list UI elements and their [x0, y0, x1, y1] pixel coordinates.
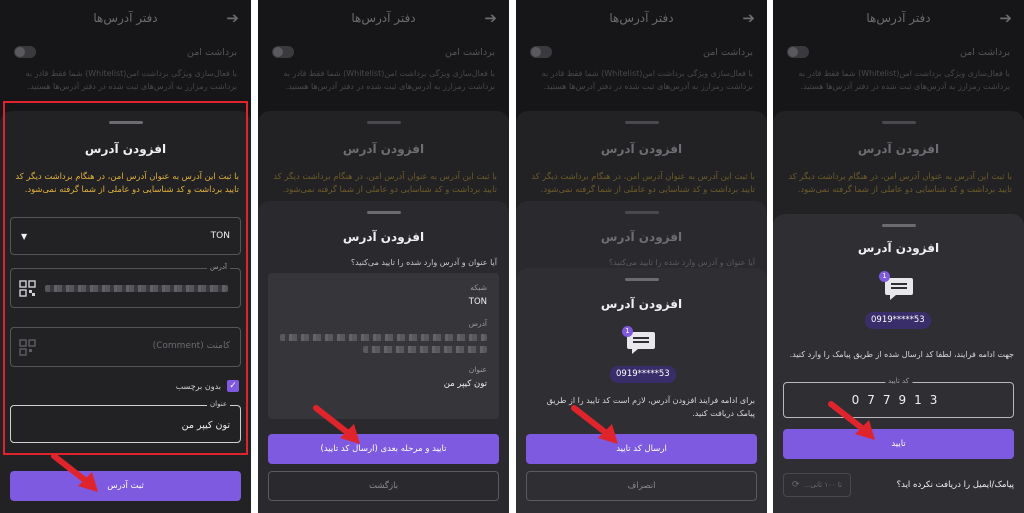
- safe-withdraw-description: با فعال‌سازی ویژگی برداشت امن(Whitelist)…: [541, 69, 753, 91]
- page-title: دفتر آدرس‌ها: [866, 11, 931, 25]
- title-key: عنوان: [468, 365, 487, 374]
- safe-withdraw-label: برداشت امن: [444, 46, 495, 58]
- sheet-handle: [366, 121, 401, 124]
- safe-withdraw-label: برداشت امن: [702, 46, 753, 58]
- red-arrow-icon: [571, 405, 618, 444]
- confirm-question: آیا عنوان و آدرس وارد شده را تایید می‌کن…: [350, 258, 497, 267]
- resend-button[interactable]: تا ۱۰۰ ثانی... ⟳: [783, 473, 851, 497]
- safe-withdraw-toggle[interactable]: [787, 46, 809, 58]
- safe-withdraw-section: برداشت امن با فعال‌سازی ویژگی برداشت امن…: [272, 46, 495, 93]
- comment-placeholder: کامنت (Comment): [152, 341, 230, 351]
- sheet-handle[interactable]: [624, 278, 659, 281]
- screen-send-code: دفتر آدرس‌ها ➔ برداشت امن با فعال‌سازی و…: [516, 0, 767, 513]
- title-value: تون کیپر من: [443, 379, 487, 389]
- safe-withdraw-section: برداشت امن با فعال‌سازی ویژگی برداشت امن…: [14, 46, 237, 93]
- warning-text: با ثبت این آدرس به عنوان آدرس امن، در هن…: [788, 171, 1012, 194]
- address-label: آدرس: [207, 263, 230, 271]
- qr-scan-icon[interactable]: [19, 280, 36, 297]
- title-value: تون کیپر من: [181, 420, 230, 431]
- network-value: TON: [468, 297, 487, 307]
- safe-withdraw-section: برداشت امن با فعال‌سازی ویژگی برداشت امن…: [787, 46, 1010, 93]
- header: دفتر آدرس‌ها ➔: [258, 0, 509, 36]
- refresh-icon: ⟳: [792, 480, 800, 490]
- submit-address-button[interactable]: ثبت آدرس: [10, 471, 241, 501]
- sheet-handle: [881, 121, 916, 124]
- red-arrow-icon: [51, 453, 98, 492]
- confirm-question: آیا عنوان و آدرس وارد شده را تایید می‌کن…: [608, 258, 755, 267]
- notification-badge: 1: [622, 326, 633, 337]
- no-tag-checkbox[interactable]: ✓ بدون برچسب: [176, 380, 239, 392]
- title-label: عنوان: [207, 400, 230, 408]
- network-key: شبکه: [470, 283, 487, 292]
- sheet-title: افزودن آدرس: [600, 297, 683, 311]
- back-button[interactable]: بازگشت: [268, 471, 499, 501]
- confirm-sheet: افزودن آدرس آیا عنوان و آدرس وارد شده را…: [258, 201, 509, 513]
- arrow-right-icon[interactable]: ➔: [226, 9, 239, 27]
- send-code-button[interactable]: ارسال کد تایید: [526, 434, 757, 464]
- safe-withdraw-label: برداشت امن: [959, 46, 1010, 58]
- red-arrow-icon: [828, 401, 875, 440]
- page-title: دفتر آدرس‌ها: [351, 11, 416, 25]
- arrow-right-icon[interactable]: ➔: [742, 9, 755, 27]
- network-select[interactable]: TON ▼: [10, 217, 241, 255]
- screen-verify-code: دفتر آدرس‌ها ➔ برداشت امن با فعال‌سازی و…: [773, 0, 1024, 513]
- blurred-address: [280, 334, 487, 341]
- header: دفتر آدرس‌ها ➔: [0, 0, 251, 36]
- phone-number: 0919*****53: [865, 312, 931, 329]
- safe-withdraw-toggle[interactable]: [14, 46, 36, 58]
- phone-number: 0919*****53: [610, 366, 676, 383]
- send-code-text: برای ادامه فرایند افزودن آدرس، لازم است …: [546, 396, 755, 418]
- resend-countdown: تا ۱۰۰ ثانی...: [803, 481, 842, 489]
- safe-withdraw-description: با فعال‌سازی ویژگی برداشت امن(Whitelist)…: [283, 69, 495, 91]
- cancel-button[interactable]: انصراف: [526, 471, 757, 501]
- safe-withdraw-description: با فعال‌سازی ویژگی برداشت امن(Whitelist)…: [798, 69, 1010, 91]
- qr-scan-icon[interactable]: [19, 339, 36, 356]
- confirm-next-button[interactable]: تایید و مرحله بعدی (ارسال کد تایید): [268, 434, 499, 464]
- blurred-address: [45, 285, 228, 292]
- address-key: آدرس: [468, 319, 487, 328]
- no-tag-label: بدون برچسب: [175, 381, 221, 391]
- confirm-button[interactable]: تایید: [783, 429, 1014, 459]
- header: دفتر آدرس‌ها ➔: [516, 0, 767, 36]
- safe-withdraw-section: برداشت امن با فعال‌سازی ویژگی برداشت امن…: [530, 46, 753, 93]
- safe-withdraw-label: برداشت امن: [186, 46, 237, 58]
- arrow-right-icon[interactable]: ➔: [484, 9, 497, 27]
- title-field[interactable]: عنوان تون کیپر من: [10, 400, 241, 443]
- sheet-handle: [624, 121, 659, 124]
- safe-withdraw-toggle[interactable]: [530, 46, 552, 58]
- sheet-title: افزودن آدرس: [600, 142, 683, 156]
- warning-text: با ثبت این آدرس به عنوان آدرس امن، در هن…: [273, 171, 497, 194]
- caret-down-icon: ▼: [21, 231, 28, 241]
- sheet-handle[interactable]: [366, 211, 401, 214]
- sheet-title: افزودن آدرس: [857, 241, 940, 255]
- page-title: دفتر آدرس‌ها: [609, 11, 674, 25]
- check-icon: ✓: [227, 380, 239, 392]
- network-value: TON: [210, 231, 230, 241]
- notification-badge: 1: [879, 271, 890, 282]
- safe-withdraw-description: با فعال‌سازی ویژگی برداشت امن(Whitelist)…: [25, 69, 237, 91]
- sheet-title: افزودن آدرس: [342, 142, 425, 156]
- safe-withdraw-toggle[interactable]: [272, 46, 294, 58]
- address-field[interactable]: آدرس: [10, 263, 241, 308]
- address-summary-card: شبکه TON آدرس عنوان تون کیپر من: [268, 273, 499, 419]
- screen-confirm-address: دفتر آدرس‌ها ➔ برداشت امن با فعال‌سازی و…: [258, 0, 509, 513]
- blurred-address: [362, 346, 487, 353]
- red-arrow-icon: [313, 405, 360, 444]
- sheet-handle[interactable]: [881, 224, 916, 227]
- warning-text: با ثبت این آدرس به عنوان آدرس امن، در هن…: [531, 171, 755, 194]
- sheet-title: افزودن آدرس: [600, 230, 683, 244]
- verify-text: جهت ادامه فرایند، لطفا کد ارسال شده از ط…: [789, 350, 1014, 359]
- header: دفتر آدرس‌ها ➔: [773, 0, 1024, 36]
- sheet-title: افزودن آدرس: [342, 230, 425, 244]
- verification-code-input[interactable]: کد تایید 077913: [783, 377, 1014, 418]
- not-received-text: پیامک/ایمیل را دریافت نکرده اید؟: [896, 480, 1014, 490]
- comment-field[interactable]: کامنت (Comment): [10, 327, 241, 367]
- sheet-handle: [624, 211, 659, 214]
- verify-sheet: افزودن آدرس 1 0919*****53 جهت ادامه فرای…: [773, 214, 1024, 513]
- arrow-right-icon[interactable]: ➔: [999, 9, 1012, 27]
- code-label: کد تایید: [884, 377, 913, 385]
- screen-add-address-form: دفتر آدرس‌ها ➔ برداشت امن با فعال‌سازی و…: [0, 0, 251, 513]
- sheet-title: افزودن آدرس: [857, 142, 940, 156]
- page-title: دفتر آدرس‌ها: [93, 11, 158, 25]
